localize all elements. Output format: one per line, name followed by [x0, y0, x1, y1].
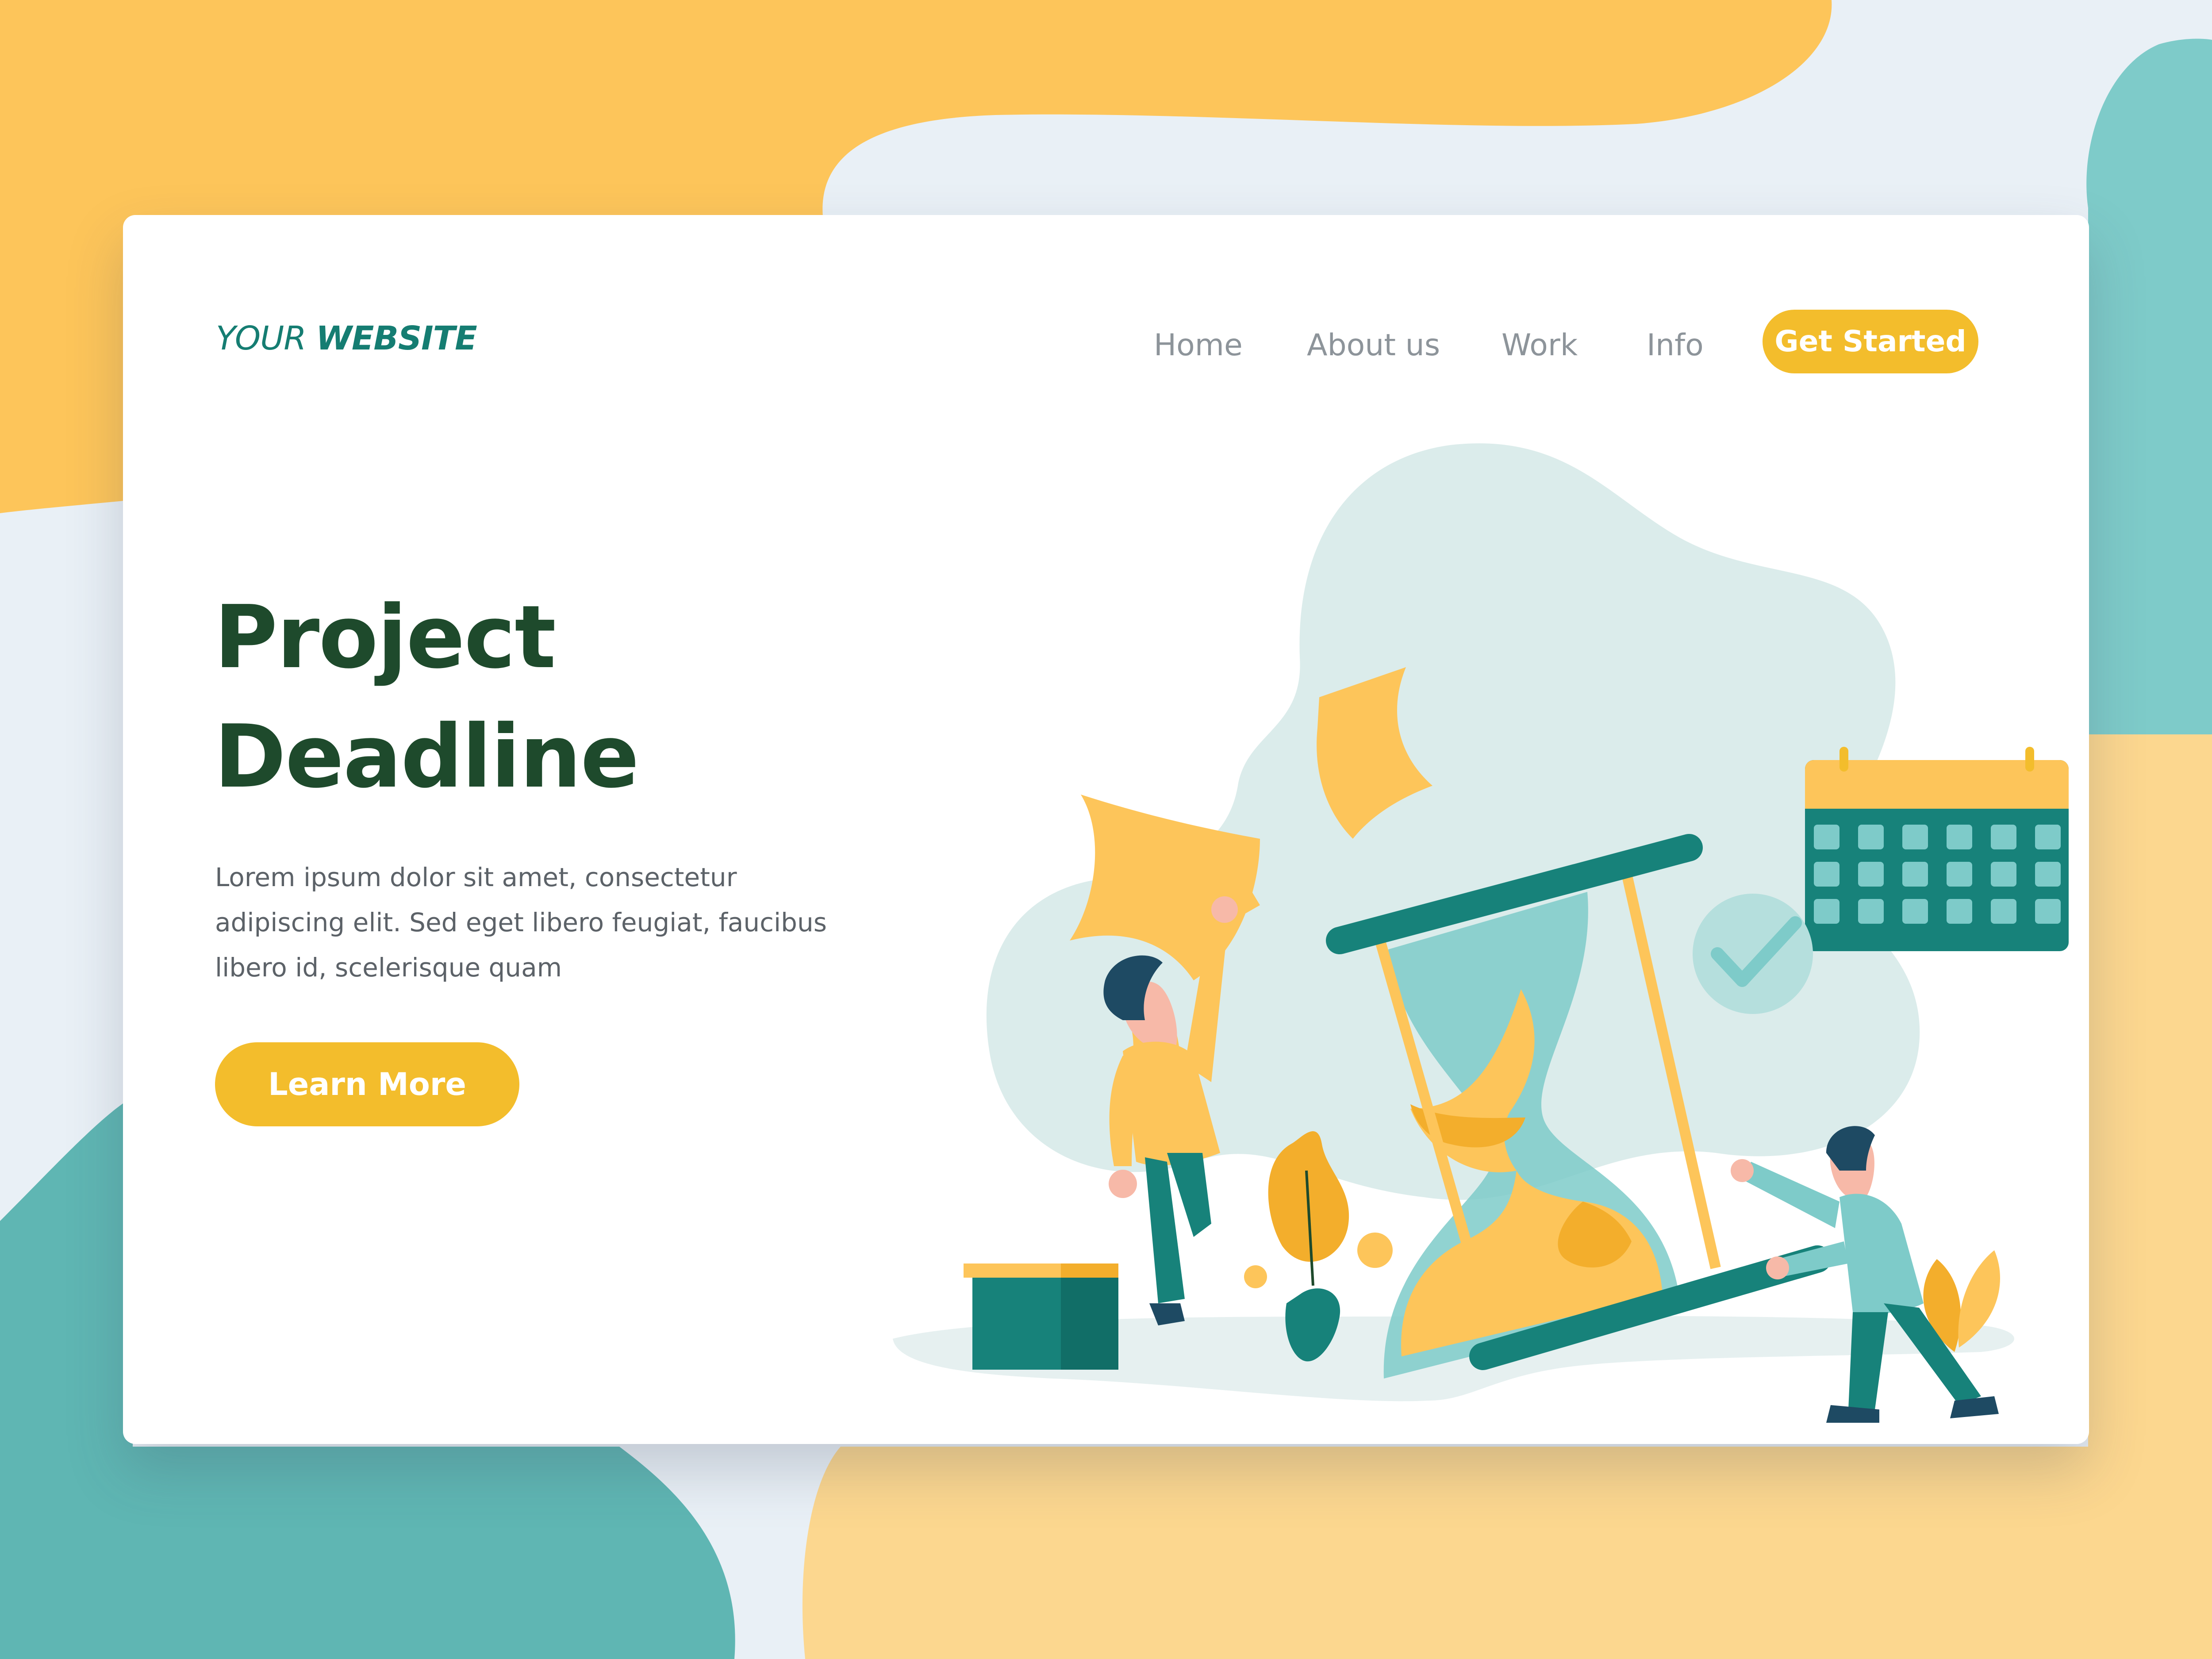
calendar-day-cell [1947, 862, 1972, 887]
hero-description-line: adipiscing elit. Sed eget libero feugiat… [215, 907, 827, 937]
calendar-icon [1805, 747, 2069, 951]
person-right [1731, 1126, 1999, 1423]
calendar-day-cell [2035, 862, 2061, 887]
calendar-day-cell [1814, 825, 1839, 849]
box-icon [964, 1263, 1118, 1370]
calendar-day-cell [1947, 825, 1972, 849]
nav-link-home[interactable]: Home [1154, 321, 1243, 370]
bg-yellow-blob-top [0, 0, 1832, 230]
calendar-day-cell [1902, 899, 1928, 924]
landing-card: YOUR WEBSITE Home About us Work Info Get… [123, 215, 2089, 1444]
calendar-day-cell [1902, 862, 1928, 887]
calendar-day-cell [1814, 862, 1839, 887]
hero-description-line: Lorem ipsum dolor sit amet, consectetur [215, 862, 737, 892]
calendar-day-cell [1902, 825, 1928, 849]
calendar-day-cell [1814, 899, 1839, 924]
get-started-button[interactable]: Get Started [1760, 307, 1981, 376]
calendar-day-cell [1991, 899, 2016, 924]
hero-description: Lorem ipsum dolor sit amet, consectetur … [215, 855, 834, 990]
learn-more-button[interactable]: Learn More [215, 1042, 519, 1126]
calendar-day-cell [2035, 899, 2061, 924]
calendar-day-cell [1991, 862, 2016, 887]
checkmark-icon [1693, 894, 1813, 1014]
nav-link-info[interactable]: Info [1647, 321, 1704, 370]
calendar-day-cell [1991, 825, 2016, 849]
nav-link-about-us[interactable]: About us [1307, 321, 1440, 370]
bg-yellow-blob-left [0, 212, 133, 513]
calendar-day-cell [2035, 825, 2061, 849]
calendar-day-cell [1858, 862, 1884, 887]
nav-link-work[interactable]: Work [1502, 321, 1578, 370]
project-deadline-illustration [893, 443, 2069, 1423]
hero-description-line: libero id, scelerisque quam [215, 952, 562, 983]
calendar-day-cell [1858, 899, 1884, 924]
bg-teal-blob-right [2086, 38, 2212, 734]
calendar-day-cell [1858, 825, 1884, 849]
calendar-day-cell [1947, 899, 1972, 924]
